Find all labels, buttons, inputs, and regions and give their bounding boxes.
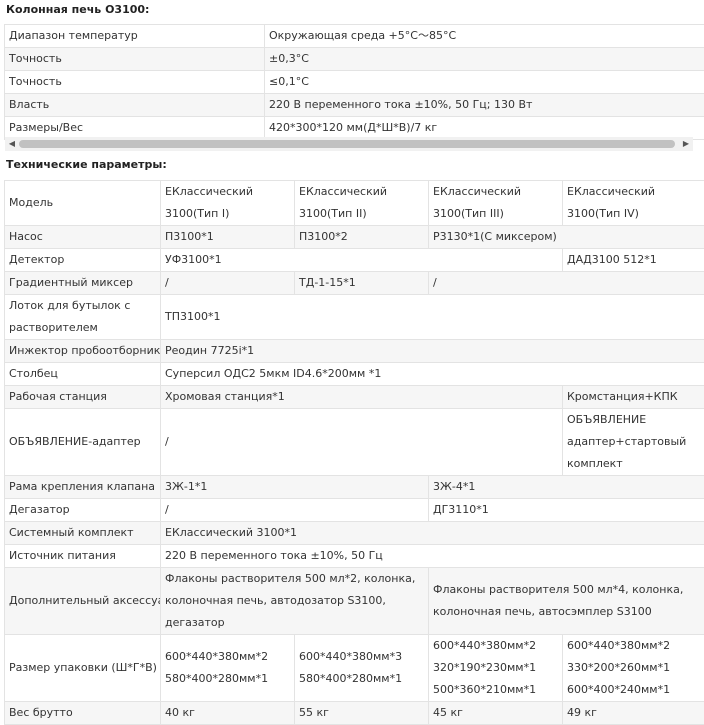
cell: Флаконы растворителя 500 мл*4, колонка, … [429, 568, 704, 635]
cell: 55 кг [295, 702, 429, 725]
cell: П3100*2 [295, 226, 429, 249]
package-line: 320*190*230мм*1 [433, 657, 562, 679]
cell: УФ3100*1 [161, 249, 563, 272]
oven-specs-table: Диапазон температурОкружающая среда +5°C… [4, 24, 704, 140]
spec-label: Точность [5, 71, 265, 94]
cell: Флаконы растворителя 500 мл*2, колонка, … [161, 568, 429, 635]
row-label: Рабочая станция [5, 386, 161, 409]
package-line: 600*440*380мм*2 [567, 635, 704, 657]
row-label: ОБЪЯВЛЕНИЕ-адаптер [5, 409, 161, 476]
spec-label: Власть [5, 94, 265, 117]
cell: 3Ж-1*1 [161, 476, 429, 499]
row-label: Вес брутто [5, 702, 161, 725]
cell: 600*440*380мм*2330*200*260мм*1600*400*24… [563, 635, 704, 702]
spec-label: Точность [5, 48, 265, 71]
cell: Кромстанция+КПК [563, 386, 704, 409]
cell: 3Ж-4*1 [429, 476, 704, 499]
spec-value: 220 В переменного тока ±10%, 50 Гц; 130 … [265, 94, 704, 117]
cell: / [161, 409, 563, 476]
spec-value: ≤0,1°C [265, 71, 704, 94]
row-label: Рама крепления клапана [5, 476, 161, 499]
section1-title: Колонная печь О3100: [6, 3, 149, 16]
cell: ТД-1-15*1 [295, 272, 429, 295]
technical-params-table: Модель EКлассический 3100(Тип I) EКласси… [4, 180, 704, 725]
cell: 45 кг [429, 702, 563, 725]
cell: 40 кг [161, 702, 295, 725]
cell: ДАД3100 512*1 [563, 249, 704, 272]
horizontal-scrollbar[interactable]: ◀ ▶ [5, 137, 693, 151]
scroll-right-icon[interactable]: ▶ [679, 137, 693, 151]
row-label: Лоток для бутылок с растворителем [5, 295, 161, 340]
model-type-4: EКлассический 3100(Тип IV) [563, 181, 704, 226]
spec-label: Диапазон температур [5, 25, 265, 48]
cell: 49 кг [563, 702, 704, 725]
cell: / [429, 272, 704, 295]
section2-title: Технические параметры: [6, 158, 167, 171]
package-line: 600*440*380мм*2 [433, 635, 562, 657]
row-label: Размер упаковки (Ш*Г*В) [5, 635, 161, 702]
cell: ДГ3110*1 [429, 499, 704, 522]
spec-value: Окружающая среда +5°C～85°C [265, 25, 704, 48]
cell: Суперсил ОДС2 5мкм ID4.6*200мм *1 [161, 363, 704, 386]
row-label: Системный комплект [5, 522, 161, 545]
package-line: 600*440*380мм*2 [165, 646, 294, 668]
model-type-3: EКлассический 3100(Тип III) [429, 181, 563, 226]
scrollbar-thumb[interactable] [19, 140, 675, 148]
cell: ОБЪЯВЛЕНИЕ адаптер+стартовый комплект [563, 409, 704, 476]
package-line: 500*360*210мм*1 [433, 679, 562, 701]
cell: / [161, 272, 295, 295]
row-label: Дегазатор [5, 499, 161, 522]
cell: 600*440*380мм*3580*400*280мм*1 [295, 635, 429, 702]
package-line: 580*400*280мм*1 [165, 668, 294, 690]
row-label: Источник питания [5, 545, 161, 568]
cell: ТП3100*1 [161, 295, 704, 340]
package-line: 600*400*240мм*1 [567, 679, 704, 701]
cell: 600*440*380мм*2320*190*230мм*1500*360*21… [429, 635, 563, 702]
spec-value: ±0,3°C [265, 48, 704, 71]
model-type-2: EКлассический 3100(Тип II) [295, 181, 429, 226]
package-line: 600*440*380мм*3 [299, 646, 428, 668]
cell: EКлассический 3100*1 [161, 522, 704, 545]
row-label: Насос [5, 226, 161, 249]
row-label: Инжектор пробоотборника [5, 340, 161, 363]
model-type-1: EКлассический 3100(Тип I) [161, 181, 295, 226]
row-label: Детектор [5, 249, 161, 272]
cell: 600*440*380мм*2580*400*280мм*1 [161, 635, 295, 702]
cell: 220 В переменного тока ±10%, 50 Гц [161, 545, 704, 568]
package-line: 330*200*260мм*1 [567, 657, 704, 679]
cell: П3100*1 [161, 226, 295, 249]
row-label: Столбец [5, 363, 161, 386]
cell: Реодин 7725i*1 [161, 340, 704, 363]
cell: Р3130*1(С миксером) [429, 226, 704, 249]
row-label: Градиентный миксер [5, 272, 161, 295]
row-label: Модель [5, 181, 161, 226]
scroll-left-icon[interactable]: ◀ [5, 137, 19, 151]
package-line: 580*400*280мм*1 [299, 668, 428, 690]
cell: / [161, 499, 429, 522]
cell: Хромовая станция*1 [161, 386, 563, 409]
row-label: Дополнительный аксессуар [5, 568, 161, 635]
